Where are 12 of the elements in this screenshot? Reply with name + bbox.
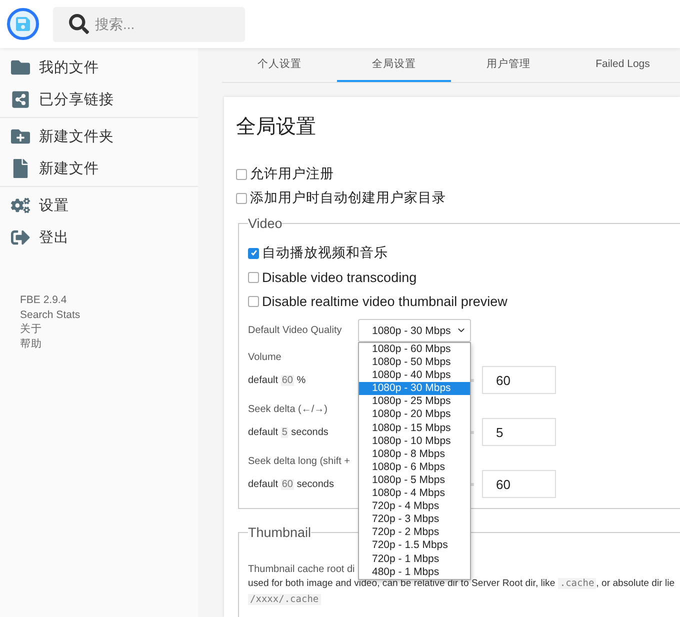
fieldset-legend: Thumbnail (248, 525, 312, 540)
slider-caption: default 5 seconds (248, 426, 330, 438)
field-description: used for both image and video, can be relative dir to Server Root dir, like .cache , or absolute dir lie /xxxx/.cache (248, 578, 676, 606)
slider-caption: default 60 seconds (248, 478, 335, 490)
slider-caption: default 60 % (248, 374, 307, 386)
field-label: Thumbnail cache root di (248, 564, 355, 576)
field-label: Seek delta (←/→) (248, 404, 328, 416)
field-label: Seek delta long (shift + (248, 456, 350, 468)
field-label: Default Video Quality (248, 325, 343, 336)
fieldset-legend: Video (248, 216, 282, 231)
page-title: 全局设置 (236, 115, 317, 140)
field-label: Volume (248, 352, 282, 364)
